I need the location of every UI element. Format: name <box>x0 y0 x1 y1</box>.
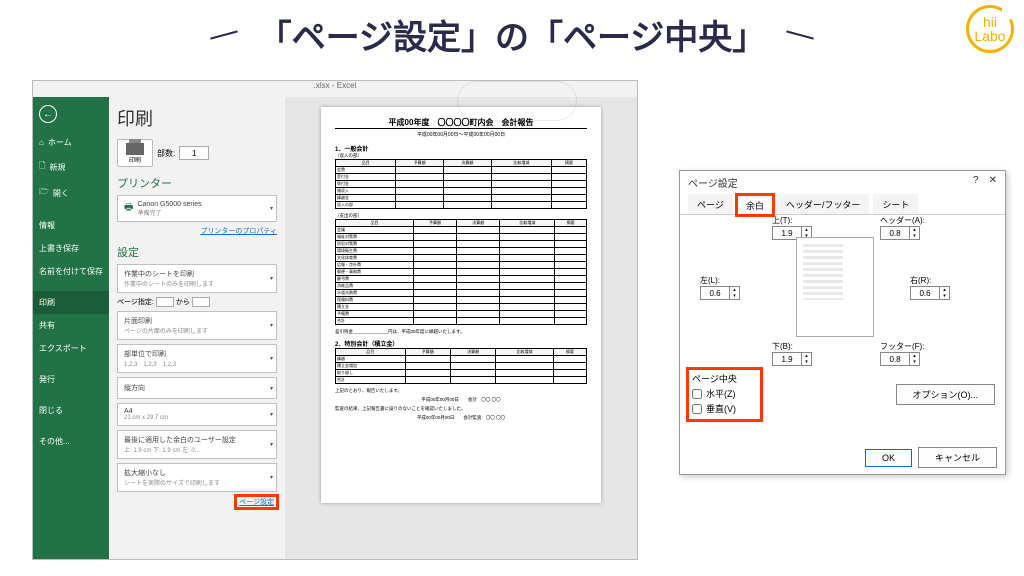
margin-preview-page <box>796 237 874 337</box>
print-heading: 印刷 <box>117 105 277 131</box>
sidebar-item-publish[interactable]: 発行 <box>33 368 109 391</box>
chiilabo-logo: hiiLabo <box>966 5 1014 53</box>
excel-backstage-window: .xlsx - Excel ← ⌂ ホーム 🗋 新規 🗁 開く 情報 上書き保存… <box>32 80 638 560</box>
back-button[interactable]: ← <box>39 105 57 123</box>
printer-icon <box>126 143 144 155</box>
print-preview-area: 平成00年度 〇〇〇〇町内会 会計報告 平成00年00月00日～平成00年00月… <box>285 97 637 559</box>
dialog-title: ページ設定 <box>688 175 738 190</box>
page-center-group: ページ中央 水平(Z) 垂直(V) <box>688 369 761 420</box>
margin-left-field: 左(L): ▴▾ <box>700 275 740 300</box>
backstage-sidebar: ← ⌂ ホーム 🗋 新規 🗁 開く 情報 上書き保存 名前を付けて保存 印刷 共… <box>33 97 109 559</box>
help-icon[interactable]: ? <box>973 175 979 186</box>
setting-margins[interactable]: 最後に適用した余白のユーザー設定上: 1.9 cm 下: 1.9 cm 左: 0… <box>117 430 277 459</box>
close-icon[interactable]: ✕ <box>989 175 997 186</box>
cancel-button[interactable]: キャンセル <box>918 447 997 468</box>
settings-section-header: 設定 <box>117 244 277 260</box>
printer-properties-link[interactable]: プリンターのプロパティ <box>117 226 277 236</box>
dialog-tabs: ページ 余白 ヘッダー/フッター シート <box>680 194 1005 215</box>
sidebar-item-saveas[interactable]: 名前を付けて保存 <box>33 260 109 283</box>
decorative-slash-left <box>210 30 238 39</box>
sidebar-item-print[interactable]: 印刷 <box>33 291 109 314</box>
special-table: 品目予算額決算額比較増減摘要 繰越 積立金増加 取り崩し 合計 <box>335 348 587 384</box>
printer-section-header: プリンター <box>117 175 277 191</box>
sidebar-item-new[interactable]: 🗋 新規 <box>33 154 109 180</box>
page-title: 「ページ設定」の「ページ中央」 <box>258 10 767 59</box>
page-to-input[interactable] <box>192 297 210 307</box>
sidebar-item-share[interactable]: 共有 <box>33 314 109 337</box>
print-preview-page: 平成00年度 〇〇〇〇町内会 会計報告 平成00年00月00日～平成00年00月… <box>321 107 601 503</box>
sidebar-item-home[interactable]: ⌂ ホーム <box>33 131 109 154</box>
sidebar-item-export[interactable]: エクスポート <box>33 337 109 360</box>
margin-footer-field: フッター(F): ▴▾ <box>880 341 924 366</box>
ok-button[interactable]: OK <box>865 449 912 467</box>
setting-collate[interactable]: 部単位で印刷1,2,3 1,2,3 1,2,3▾ <box>117 344 277 373</box>
setting-paper-size[interactable]: A421 cm x 29.7 cm▾ <box>117 403 277 426</box>
tab-sheet[interactable]: シート <box>873 194 918 214</box>
page-setup-link[interactable]: ページ設定 <box>236 496 277 508</box>
margin-bottom-field: 下(B): ▴▾ <box>772 341 812 366</box>
copies-input[interactable] <box>179 146 209 160</box>
setting-print-what[interactable]: 作業中のシートを印刷作業中のシートのみを印刷します▾ <box>117 264 277 293</box>
tab-page[interactable]: ページ <box>688 194 733 214</box>
tab-header-footer[interactable]: ヘッダー/フッター <box>777 194 870 214</box>
center-horizontal-checkbox[interactable]: 水平(Z) <box>692 387 737 400</box>
options-button[interactable]: オプション(O)... <box>896 384 996 405</box>
print-settings-panel: 印刷 印刷 部数: プリンター 🖶 Canon G5000 series 準備完… <box>109 97 285 559</box>
setting-sides[interactable]: 片面印刷ページの片面のみを印刷します▾ <box>117 311 277 340</box>
center-vertical-checkbox[interactable]: 垂直(V) <box>692 402 737 415</box>
setting-orientation[interactable]: 縦方向▾ <box>117 377 277 399</box>
print-button[interactable]: 印刷 <box>117 139 153 167</box>
sidebar-item-open[interactable]: 🗁 開く <box>33 180 109 206</box>
sidebar-item-more[interactable]: その他... <box>33 430 109 453</box>
excel-window-title: .xlsx - Excel <box>33 81 637 97</box>
sidebar-item-info[interactable]: 情報 <box>33 214 109 237</box>
tab-margins[interactable]: 余白 <box>737 195 773 215</box>
setting-scaling[interactable]: 拡大縮小なしシートを実際のサイズで印刷します▾ <box>117 463 277 492</box>
margin-right-field: 右(R): ▴▾ <box>910 275 950 300</box>
printer-selector[interactable]: 🖶 Canon G5000 series 準備完了 ▾ <box>117 195 277 222</box>
income-table: 品目予算額決算額比較増減摘要 会費 受付金 寄付金 雑収入 繰越金 収入の部 <box>335 159 587 209</box>
expense-table: 品目予算額決算額比較増減摘要 会議 福祉対策費 防犯対策費 環境衛生費 文化体育… <box>335 219 587 325</box>
page-range-row: ページ指定: から <box>117 297 277 307</box>
decorative-slash-right <box>787 30 815 39</box>
margin-header-field: ヘッダー(A): ▴▾ <box>880 215 925 240</box>
page-setup-dialog: ページ設定 ?✕ ページ 余白 ヘッダー/フッター シート 上(T): ▴▾ ヘ… <box>679 170 1006 475</box>
page-from-input[interactable] <box>156 297 174 307</box>
sidebar-item-save[interactable]: 上書き保存 <box>33 237 109 260</box>
sidebar-item-close[interactable]: 閉じる <box>33 399 109 422</box>
